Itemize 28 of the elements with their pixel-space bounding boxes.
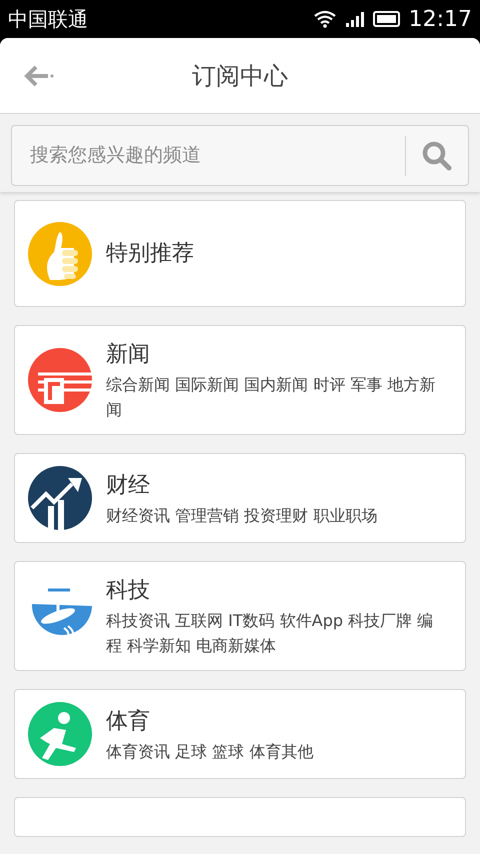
search-icon[interactable] (421, 140, 453, 172)
carrier-name: 中国联通 (8, 6, 88, 33)
channel-name: 特别推荐 (106, 240, 195, 268)
page-title: 订阅中心 (192, 60, 288, 92)
newspaper-icon (28, 348, 92, 412)
rising-chart-icon (28, 466, 92, 530)
channel-tags: 科技资讯 互联网 IT数码 软件App 科技厂牌 编程 科学新知 电商新媒体 (106, 608, 445, 658)
thumbs-up-icon (28, 222, 92, 286)
channel-name: 体育 (106, 708, 151, 736)
channel-card[interactable]: 科技 科技资讯 互联网 IT数码 软件App 科技厂牌 编程 科学新知 电商新媒体 (14, 561, 466, 671)
channel-card[interactable]: 体育 体育资讯 足球 篮球 体育其他 (14, 689, 466, 779)
running-person-icon (28, 702, 92, 766)
channel-tags: 财经资讯 管理营销 投资理财 职业职场 (106, 502, 445, 528)
channel-card[interactable]: 财经 财经资讯 管理营销 投资理财 职业职场 (14, 453, 466, 543)
back-arrow-icon (22, 64, 54, 88)
battery-icon (372, 11, 401, 27)
channel-name: 科技 (106, 577, 151, 605)
signal-icon (344, 11, 365, 27)
channel-card[interactable]: 新闻 综合新闻 国际新闻 国内新闻 时评 军事 地方新闻 (14, 325, 466, 435)
channel-tags: 综合新闻 国际新闻 国内新闻 时评 军事 地方新闻 (106, 372, 445, 422)
channel-card[interactable]: 特别推荐 (14, 200, 466, 307)
search-bar[interactable]: 搜索您感兴趣的频道 (11, 125, 469, 186)
channel-card[interactable] (14, 797, 466, 837)
channel-tags: 体育资讯 足球 篮球 体育其他 (106, 738, 445, 764)
channel-name: 财经 (106, 472, 151, 500)
channel-name: 新闻 (106, 341, 151, 369)
wifi-icon (312, 10, 337, 28)
clock: 12:17 (408, 6, 472, 34)
